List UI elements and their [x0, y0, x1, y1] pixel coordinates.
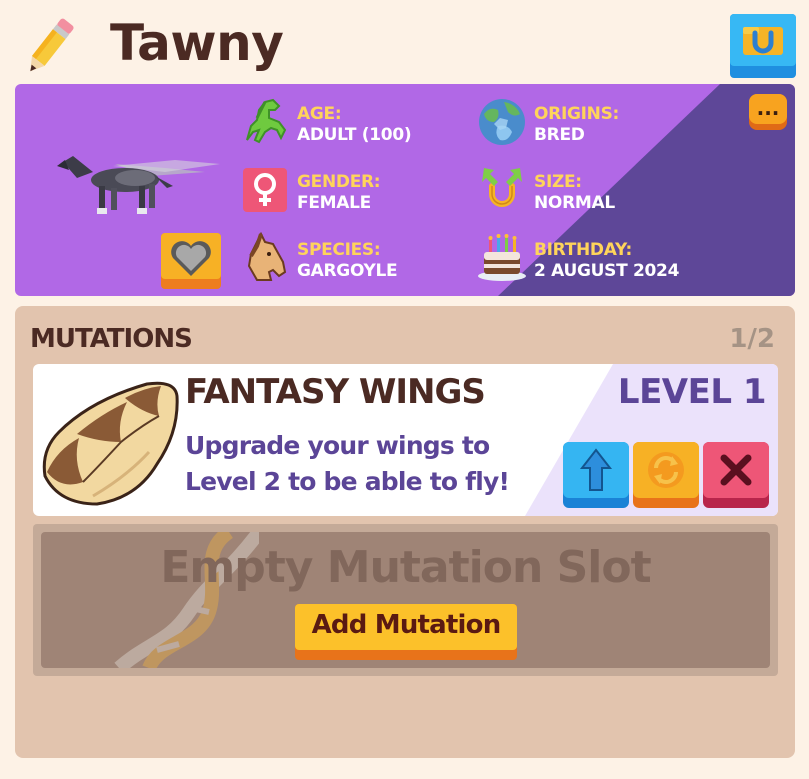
- cake-icon: [476, 232, 528, 284]
- more-options-button[interactable]: ...: [749, 94, 787, 130]
- birthday-value: 2 AUGUST 2024: [534, 261, 680, 281]
- favorite-button[interactable]: [161, 233, 221, 289]
- page-title: Tawny: [110, 14, 284, 72]
- age-value: ADULT (100): [297, 125, 412, 145]
- gender-value: FEMALE: [297, 193, 371, 213]
- female-symbol-icon: [239, 164, 291, 216]
- upgrade-mutation-button[interactable]: [563, 442, 629, 508]
- empty-slot-label: Empty Mutation Slot: [160, 542, 651, 593]
- more-label: ...: [756, 96, 780, 120]
- stat-gender: GENDER: FEMALE: [239, 164, 459, 220]
- origins-label: ORIGINS:: [534, 104, 620, 124]
- horse-head-icon: [239, 231, 291, 284]
- heart-icon: [171, 241, 211, 276]
- mutation-card: FANTASY WINGS Upgrade your wings to Leve…: [33, 364, 778, 516]
- birthday-label: BIRTHDAY:: [534, 240, 633, 260]
- reroll-mutation-button[interactable]: [633, 442, 699, 508]
- origins-value: BRED: [534, 125, 585, 145]
- remove-mutation-button[interactable]: [703, 442, 769, 508]
- close-x-icon: [720, 454, 752, 486]
- empty-mutation-slot-frame: Empty Mutation Slot Add Mutation: [33, 524, 778, 676]
- mutation-level: LEVEL 1: [617, 372, 767, 412]
- mutation-name: FANTASY WINGS: [185, 372, 486, 412]
- horseshoe-arrows-icon: [476, 164, 528, 216]
- size-label: SIZE:: [534, 172, 582, 192]
- up-arrow-icon: [579, 448, 613, 491]
- stat-age: AGE: ADULT (100): [239, 96, 459, 152]
- size-value: NORMAL: [534, 193, 615, 213]
- green-horse-icon: [239, 96, 291, 148]
- stat-birthday: BIRTHDAY: 2 AUGUST 2024: [476, 232, 736, 288]
- gender-label: GENDER:: [297, 172, 381, 192]
- header: Tawny: [0, 0, 809, 84]
- globe-icon: [476, 96, 528, 148]
- mutation-description: Upgrade your wings to Level 2 to be able…: [185, 431, 510, 496]
- mutations-title: MUTATIONS: [30, 324, 193, 354]
- horseshoe-icon: [743, 27, 783, 55]
- mutations-panel: MUTATIONS 1/2 FANTASY WINGS Upgrade your…: [15, 306, 795, 758]
- empty-mutation-slot: Empty Mutation Slot Add Mutation: [41, 532, 770, 668]
- add-mutation-label: Add Mutation: [311, 610, 502, 640]
- stat-origins: ORIGINS: BRED: [476, 96, 696, 152]
- tack-button[interactable]: [730, 14, 796, 78]
- age-label: AGE:: [297, 104, 342, 124]
- stat-species: SPECIES: GARGOYLE: [239, 231, 459, 288]
- fantasy-wing-icon: [37, 372, 179, 508]
- mutations-count: 1/2: [729, 324, 775, 354]
- horse-info-panel: ... AGE: ADULT (100) GENDER: FEMALE SPEC…: [15, 84, 795, 296]
- pencil-icon[interactable]: [20, 12, 80, 80]
- species-label: SPECIES:: [297, 240, 381, 260]
- reroll-icon: [648, 452, 684, 488]
- species-value: GARGOYLE: [297, 261, 398, 281]
- add-mutation-button[interactable]: Add Mutation: [295, 604, 517, 660]
- stat-size: SIZE: NORMAL: [476, 164, 696, 220]
- horse-portrait: [55, 142, 225, 222]
